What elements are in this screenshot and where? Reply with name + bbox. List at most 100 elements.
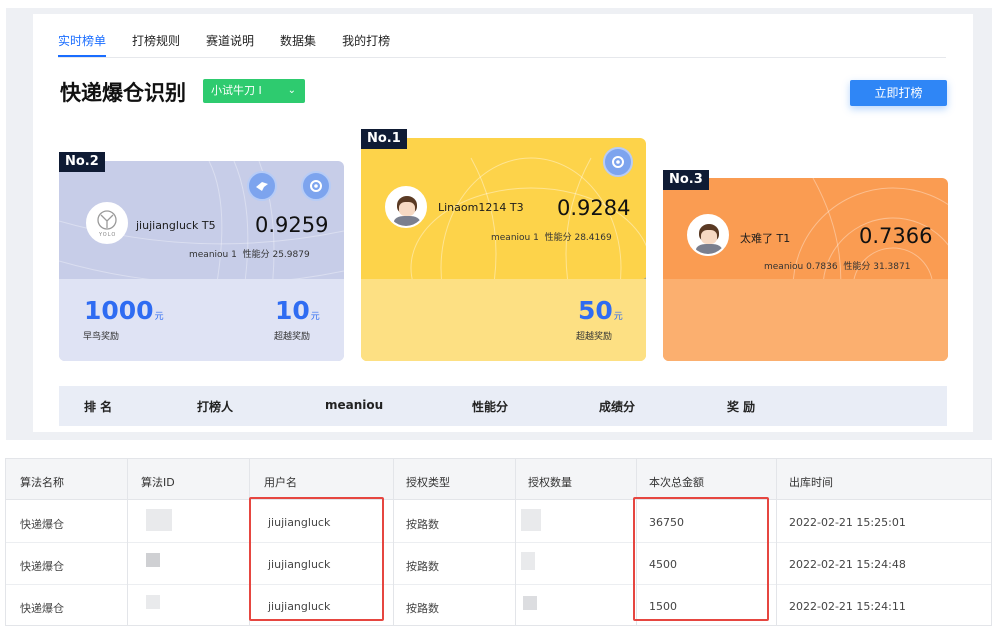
prize-unit: 元	[154, 312, 164, 322]
tab-live-ranking[interactable]: 实时榜单	[58, 27, 107, 57]
prize-amount: 1000元	[84, 296, 164, 325]
score: 0.9284	[557, 196, 631, 220]
meaniou-value: 0.7836	[806, 262, 838, 272]
prize-amount-value: 1000	[84, 296, 154, 325]
redacted-id	[146, 553, 160, 567]
redacted-quantity	[521, 509, 541, 531]
meaniou-value: 1	[231, 250, 237, 260]
row-divider	[6, 542, 991, 543]
score-meta: meaniou 1 性能分 28.4169	[491, 230, 612, 243]
cell-license-type: 按路数	[406, 560, 439, 573]
amount-highlight-box	[633, 497, 769, 621]
prize-label: 超越奖励	[576, 332, 613, 342]
rank-badge: No.3	[663, 170, 709, 190]
prize-section	[663, 279, 948, 361]
tab-track-info[interactable]: 赛道说明	[206, 27, 254, 57]
redacted-id	[146, 595, 160, 609]
header-result-score: 成绩分	[599, 400, 636, 414]
column-header: 算法名称	[20, 476, 64, 489]
avatar	[687, 214, 729, 256]
tab-bar: 实时榜单 打榜规则 赛道说明 数据集 我的打榜	[58, 27, 416, 57]
score: 0.9259	[255, 213, 329, 237]
level-select-value: 小试牛刀 I	[211, 84, 262, 97]
row-divider	[6, 584, 991, 585]
column-header: 授权类型	[406, 476, 450, 489]
cell-algorithm: 快递爆仓	[20, 560, 64, 573]
tab-rules[interactable]: 打榜规则	[132, 27, 180, 57]
perf-value: 28.4169	[574, 233, 612, 243]
col-divider	[776, 459, 777, 625]
column-header: 用户名	[264, 476, 297, 489]
page-title: 快递爆仓识别	[60, 81, 186, 105]
rank-badge: No.2	[59, 152, 105, 172]
redacted-id	[146, 509, 172, 531]
gear-icon	[301, 171, 331, 201]
column-header: 本次总金额	[649, 476, 704, 489]
column-header: 算法ID	[141, 476, 175, 489]
cell-algorithm: 快递爆仓	[20, 602, 64, 615]
avatar-logo-text: YOLO	[99, 232, 117, 238]
avatar: YOLO	[86, 202, 128, 244]
prize-amount: 10元	[275, 296, 320, 325]
user-tier: T5	[201, 219, 216, 232]
meaniou-label: meaniou	[764, 262, 804, 272]
perf-value: 31.3871	[873, 262, 911, 272]
perf-label: 性能分	[843, 262, 871, 272]
podium-card-third: 太难了 T1 0.7366 meaniou 0.7836 性能分 31.3871	[663, 178, 948, 361]
meaniou-label: meaniou	[491, 233, 531, 243]
tab-divider	[58, 57, 946, 58]
header-rank: 排 名	[84, 400, 113, 414]
username: 太难了 T1	[740, 230, 790, 246]
prize-label: 早鸟奖励	[83, 332, 120, 342]
avatar	[385, 186, 427, 228]
column-header: 授权数量	[528, 476, 572, 489]
prize-unit: 元	[613, 312, 623, 322]
score-meta: meaniou 0.7836 性能分 31.3871	[764, 259, 910, 272]
cell-time: 2022-02-21 15:24:48	[789, 558, 906, 571]
prize-amount-value: 50	[578, 296, 613, 325]
prize-amount-value: 10	[275, 296, 310, 325]
tab-dataset[interactable]: 数据集	[280, 27, 316, 57]
chevron-down-icon: ⌄	[287, 85, 296, 96]
col-divider	[127, 459, 128, 625]
gear-icon	[603, 147, 633, 177]
perf-label: 性能分	[544, 233, 572, 243]
user-tier: T3	[509, 201, 524, 214]
perf-value: 25.9879	[272, 250, 310, 260]
redacted-quantity	[523, 596, 537, 610]
column-header: 出库时间	[789, 476, 833, 489]
username-text: Linaom1214	[438, 201, 507, 214]
username: jiujiangluck T5	[136, 219, 216, 232]
col-divider	[393, 459, 394, 625]
header-performance: 性能分	[472, 400, 509, 414]
header-reward: 奖 励	[727, 400, 756, 414]
cell-time: 2022-02-21 15:25:01	[789, 516, 906, 529]
meaniou-label: meaniou	[189, 250, 229, 260]
perf-label: 性能分	[242, 250, 270, 260]
cell-license-type: 按路数	[406, 602, 439, 615]
col-divider	[515, 459, 516, 625]
bird-icon	[247, 171, 277, 201]
rank-badge: No.1	[361, 129, 407, 149]
redacted-quantity	[521, 552, 535, 570]
header-meaniou: meaniou	[325, 398, 384, 412]
cell-algorithm: 快递爆仓	[20, 518, 64, 531]
join-ranking-button[interactable]: 立即打榜	[850, 80, 947, 106]
score: 0.7366	[859, 224, 933, 248]
podium-card-second: YOLO jiujiangluck T5 0.9259 meaniou 1 性能…	[59, 161, 344, 361]
username: Linaom1214 T3	[438, 201, 524, 214]
release-records-table: 算法名称 算法ID 用户名 授权类型 授权数量 本次总金额 出库时间 快递爆仓 …	[5, 458, 992, 626]
header-participant: 打榜人	[197, 400, 234, 414]
score-meta: meaniou 1 性能分 25.9879	[189, 247, 310, 260]
tab-my-submissions[interactable]: 我的打榜	[342, 27, 390, 57]
prize-label: 超越奖励	[274, 332, 311, 342]
user-tier: T1	[776, 232, 791, 245]
prize-amount: 50元	[578, 296, 623, 325]
prize-unit: 元	[310, 312, 320, 322]
username-text: jiujiangluck	[136, 219, 199, 232]
meaniou-value: 1	[533, 233, 539, 243]
cell-license-type: 按路数	[406, 518, 439, 531]
level-select[interactable]: 小试牛刀 I ⌄	[203, 79, 305, 103]
podium-card-first: Linaom1214 T3 0.9284 meaniou 1 性能分 28.41…	[361, 138, 646, 361]
username-highlight-box	[249, 497, 384, 621]
